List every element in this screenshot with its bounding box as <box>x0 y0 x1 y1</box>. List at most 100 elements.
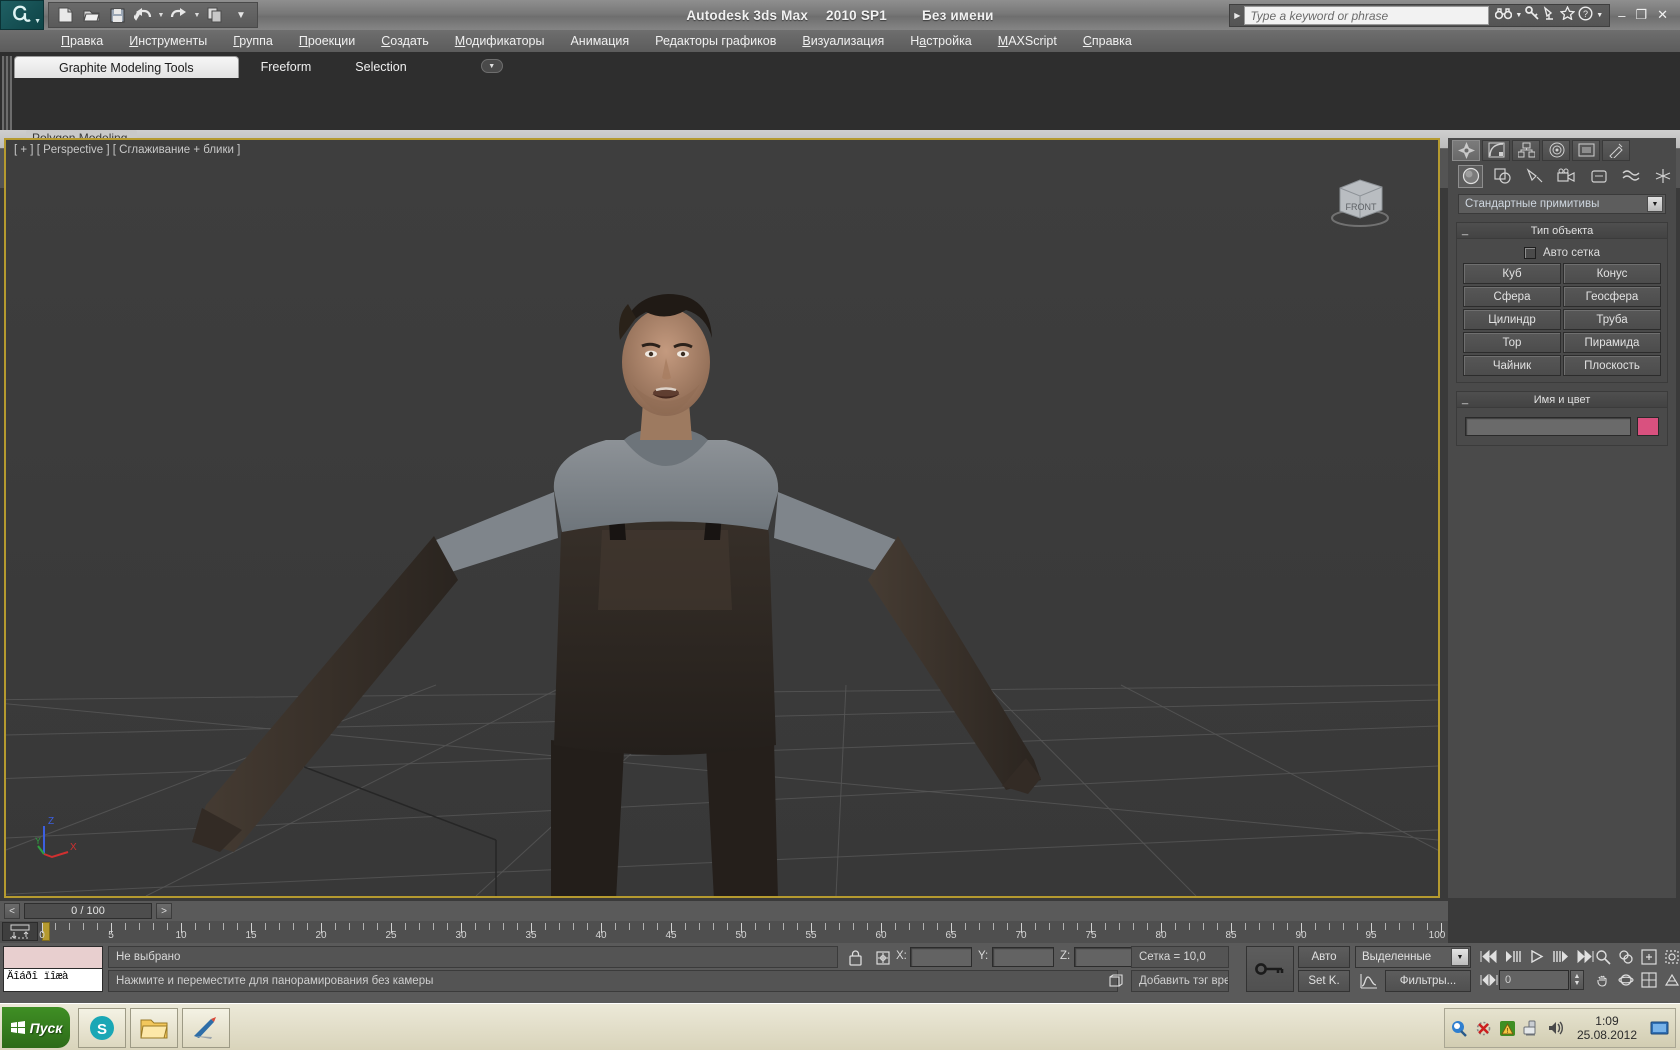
redo-icon[interactable] <box>167 4 191 26</box>
menu-item-help[interactable]: Справка <box>1070 32 1145 50</box>
menu-item-rendering[interactable]: Визуализация <box>789 32 897 50</box>
key-mode-icon[interactable] <box>1246 946 1294 992</box>
add-time-tag-button[interactable]: Добавить тэг врем <box>1131 970 1229 992</box>
create-cylinder-button[interactable]: Цилиндр <box>1463 309 1561 330</box>
qat-overflow-icon[interactable]: ▼ <box>229 4 253 26</box>
object-color-swatch[interactable] <box>1637 417 1659 436</box>
create-tab[interactable] <box>1452 139 1480 161</box>
current-frame-input[interactable]: 0 <box>1499 970 1569 990</box>
next-frame-arrow[interactable]: > <box>156 903 172 919</box>
subcategory-dropdown-icon[interactable]: ▼ <box>1647 196 1663 212</box>
open-file-icon[interactable] <box>79 4 103 26</box>
lock-selection-icon[interactable] <box>845 948 865 968</box>
menu-item-maxscript[interactable]: MAXScript <box>985 32 1070 50</box>
modify-tab[interactable] <box>1482 139 1510 161</box>
new-file-icon[interactable] <box>53 4 77 26</box>
undo-dropdown-icon[interactable]: ▼ <box>157 12 165 19</box>
menu-item-modifiers[interactable]: Модификаторы <box>442 32 558 50</box>
undo-icon[interactable] <box>131 4 155 26</box>
taskbar-item-explorer[interactable] <box>130 1008 178 1048</box>
motion-tab[interactable] <box>1542 139 1570 161</box>
tray-icon-volume[interactable] <box>1547 1020 1564 1036</box>
key-icon[interactable] <box>1525 6 1540 24</box>
restore-button[interactable]: ❐ <box>1635 7 1647 23</box>
frame-ruler[interactable]: 0 5 10 15 20 25 30 35 40 45 50 55 60 65 … <box>39 921 1448 943</box>
taskbar-item-skype[interactable]: S <box>78 1008 126 1048</box>
key-filter-dropdown-icon[interactable]: ▼ <box>1451 948 1469 966</box>
helpers-category[interactable] <box>1586 165 1611 188</box>
menu-item-create[interactable]: Создать <box>368 32 442 50</box>
viewcube[interactable]: FRONT <box>1318 166 1402 230</box>
help-dropdown-icon[interactable]: ▼ <box>1596 12 1603 19</box>
field-of-view-icon[interactable] <box>1661 969 1680 991</box>
menu-item-graph-editors[interactable]: Редакторы графиков <box>642 32 789 50</box>
key-filter-combo[interactable]: Выделенные ▼ <box>1355 946 1471 968</box>
zoom-extents-icon[interactable] <box>1638 946 1660 968</box>
maximize-viewport-icon[interactable] <box>1638 969 1660 991</box>
collapse-icon[interactable]: _ <box>1462 224 1468 236</box>
app-menu-button[interactable]: Ꮹ ▼ <box>0 0 44 30</box>
cameras-category[interactable] <box>1554 165 1579 188</box>
create-teapot-button[interactable]: Чайник <box>1463 355 1561 376</box>
create-torus-button[interactable]: Тор <box>1463 332 1561 353</box>
save-file-icon[interactable] <box>105 4 129 26</box>
maxscript-output-pane[interactable]: Äîáðî ïîæà <box>4 969 102 991</box>
ribbon-drag-handle[interactable] <box>2 56 12 132</box>
menu-item-edit[interactable]: ППравкаравка <box>48 32 116 50</box>
menu-item-tools[interactable]: Инструменты <box>116 32 220 50</box>
x-coord-field[interactable] <box>910 947 972 967</box>
y-coord-field[interactable] <box>992 947 1054 967</box>
binoculars-icon[interactable] <box>1495 7 1513 24</box>
geometry-category[interactable] <box>1458 164 1483 188</box>
hierarchy-tab[interactable] <box>1512 139 1540 161</box>
search-dropdown-icon[interactable]: ▼ <box>1515 12 1522 19</box>
menu-item-views[interactable]: Проекции <box>286 32 368 50</box>
tray-icon-antivirus[interactable] <box>1475 1020 1492 1037</box>
create-plane-button[interactable]: Плоскость <box>1563 355 1661 376</box>
tab-selection[interactable]: Selection <box>333 56 428 78</box>
previous-frame-arrow[interactable]: < <box>4 903 20 919</box>
tray-icon-network[interactable] <box>1523 1020 1540 1036</box>
name-and-color-rollout-header[interactable]: _ Имя и цвет <box>1457 392 1667 408</box>
key-mode-toggle-button[interactable] <box>1478 970 1500 990</box>
zoom-all-icon[interactable] <box>1615 946 1637 968</box>
systems-category[interactable] <box>1650 165 1675 188</box>
space-warps-category[interactable] <box>1618 165 1643 188</box>
tab-freeform[interactable]: Freeform <box>239 56 334 78</box>
play-animation-button[interactable] <box>1526 946 1548 967</box>
tray-icon-search[interactable] <box>1451 1020 1468 1037</box>
menu-item-group[interactable]: Группа <box>220 32 286 50</box>
create-cone-button[interactable]: Конус <box>1563 263 1661 284</box>
object-name-input[interactable] <box>1465 417 1631 436</box>
project-folder-icon[interactable] <box>203 4 227 26</box>
orbit-icon[interactable] <box>1615 969 1637 991</box>
favorites-star-icon[interactable] <box>1559 5 1576 24</box>
menu-item-customize[interactable]: Настройка <box>897 32 985 50</box>
menu-item-animation[interactable]: Анимация <box>557 32 642 50</box>
perspective-viewport[interactable]: [ + ] [ Perspective ] [ Сглаживание + бл… <box>4 138 1440 898</box>
create-box-button[interactable]: Куб <box>1463 263 1561 284</box>
infocenter-expand-icon[interactable]: ▶ <box>1230 11 1244 20</box>
parameter-curve-icon[interactable] <box>1356 971 1382 991</box>
open-mini-curve-editor-button[interactable] <box>2 922 38 941</box>
object-subcategory-dropdown[interactable]: Стандартные примитивы ▼ <box>1458 194 1666 214</box>
ribbon-minimize-dropdown-icon[interactable]: ▼ <box>480 59 503 73</box>
absolute-relative-transform-icon[interactable] <box>873 948 893 968</box>
tab-graphite-modeling-tools[interactable]: Graphite Modeling Tools <box>14 56 239 78</box>
auto-key-button[interactable]: Авто <box>1298 946 1350 968</box>
z-coord-field[interactable] <box>1074 947 1136 967</box>
maxscript-mini-listener[interactable]: Äîáðî ïîæà <box>3 946 103 992</box>
current-frame-readout[interactable]: 0 / 100 <box>24 903 152 919</box>
taskbar-clock[interactable]: 1:09 25.08.2012 <box>1571 1014 1643 1042</box>
add-time-tag-cube-icon[interactable] <box>1104 971 1128 991</box>
go-to-start-button[interactable] <box>1478 946 1500 967</box>
create-pyramid-button[interactable]: Пирамида <box>1563 332 1661 353</box>
lights-category[interactable] <box>1522 165 1547 188</box>
filters-button[interactable]: Фильтры... <box>1385 970 1471 992</box>
object-type-rollout-header[interactable]: _ Тип объекта <box>1457 223 1667 239</box>
create-tube-button[interactable]: Труба <box>1563 309 1661 330</box>
tray-icon-display[interactable] <box>1650 1021 1669 1036</box>
create-sphere-button[interactable]: Сфера <box>1463 286 1561 307</box>
frame-spinner[interactable]: ▲ ▼ <box>1570 970 1584 990</box>
display-tab[interactable] <box>1572 139 1600 161</box>
